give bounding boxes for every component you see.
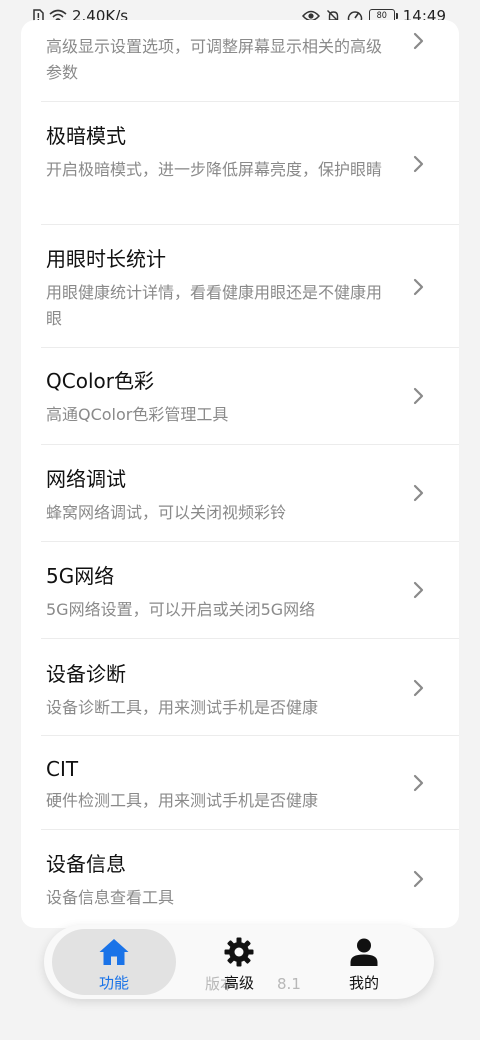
setting-item-network-debug[interactable]: 网络调试 蜂窝网络调试，可以关闭视频彩铃: [21, 445, 459, 542]
setting-description: 蜂窝网络调试，可以关闭视频彩铃: [46, 503, 287, 522]
nav-label: 功能: [98, 974, 129, 992]
setting-item-device-diagnosis[interactable]: 设备诊断 设备诊断工具，用来测试手机是否健康: [21, 639, 459, 736]
chevron-right-icon: [413, 870, 424, 888]
setting-item-5g-network[interactable]: 5G网络 5G网络设置，可以开启或关闭5G网络: [21, 542, 459, 639]
chevron-right-icon: [413, 581, 424, 599]
chevron-right-icon: [413, 32, 424, 50]
gear-icon: [224, 937, 254, 967]
nav-tab-advanced[interactable]: 高级: [177, 929, 301, 995]
setting-description: 高级显示设置选项，可调整屏幕显示相关的高级参数: [46, 37, 383, 82]
setting-item-cit[interactable]: CIT 硬件检测工具，用来测试手机是否健康: [21, 736, 459, 830]
setting-description: 开启极暗模式，进一步降低屏幕亮度，保护眼睛: [46, 160, 383, 179]
setting-description: 设备诊断工具，用来测试手机是否健康: [46, 698, 319, 717]
nav-label: 高级: [223, 974, 254, 992]
setting-item-eye-usage-stats[interactable]: 用眼时长统计 用眼健康统计详情，看看健康用眼还是不健康用眼: [21, 225, 459, 348]
setting-title: 设备信息: [46, 852, 126, 876]
chevron-right-icon: [413, 155, 424, 173]
setting-description: 用眼健康统计详情，看看健康用眼还是不健康用眼: [46, 283, 383, 328]
setting-title: 5G网络: [46, 564, 115, 588]
chevron-right-icon: [413, 484, 424, 502]
setting-description: 硬件检测工具，用来测试手机是否健康: [46, 791, 319, 810]
nav-label: 我的: [348, 974, 379, 992]
home-icon: [99, 939, 129, 965]
setting-item-extra-dim[interactable]: 极暗模式 开启极暗模式，进一步降低屏幕亮度，保护眼睛: [21, 102, 459, 225]
setting-title: 网络调试: [46, 467, 126, 491]
setting-description: 5G网络设置，可以开启或关闭5G网络: [46, 600, 316, 619]
chevron-right-icon: [413, 679, 424, 697]
setting-description: 设备信息查看工具: [46, 888, 175, 907]
chevron-right-icon: [413, 387, 424, 405]
setting-title: 设备诊断: [46, 662, 126, 686]
bottom-navigation: 版本 8.1 功能 高级 我的: [44, 925, 434, 999]
settings-card: 高级显示设置选项，可调整屏幕显示相关的高级参数 极暗模式 开启极暗模式，进一步降…: [21, 20, 459, 928]
setting-item-device-info[interactable]: 设备信息 设备信息查看工具: [21, 830, 459, 928]
person-icon: [350, 938, 378, 966]
setting-title: 极暗模式: [46, 124, 126, 148]
setting-description: 高通QColor色彩管理工具: [46, 405, 229, 424]
setting-item-display-advanced[interactable]: 高级显示设置选项，可调整屏幕显示相关的高级参数: [21, 20, 459, 102]
nav-tab-features[interactable]: 功能: [52, 929, 176, 995]
nav-tab-profile[interactable]: 我的: [302, 929, 426, 995]
setting-title: 用眼时长统计: [46, 247, 166, 271]
setting-item-qcolor[interactable]: QColor色彩 高通QColor色彩管理工具: [21, 348, 459, 445]
setting-title: QColor色彩: [46, 369, 154, 393]
chevron-right-icon: [413, 774, 424, 792]
chevron-right-icon: [413, 278, 424, 296]
setting-title: CIT: [46, 757, 79, 781]
